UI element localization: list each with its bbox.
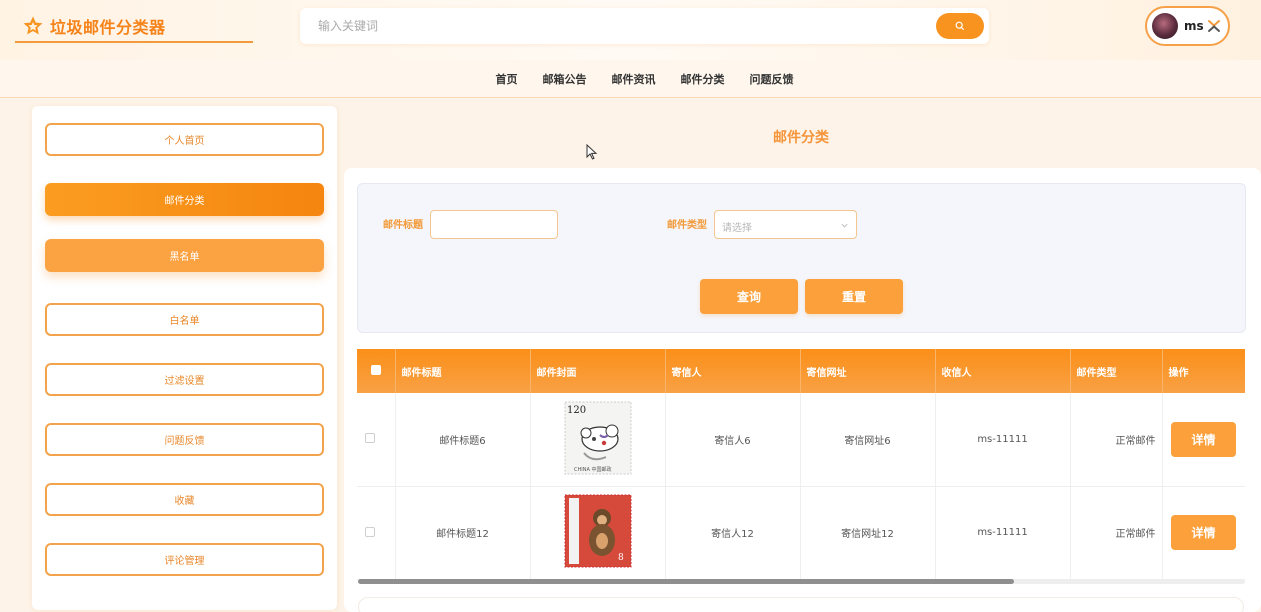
header-title[interactable]: 邮件标题 xyxy=(395,349,531,393)
select-all-cell xyxy=(357,349,396,393)
mail-table: 邮件标题 邮件封面 寄信人 寄信网址 收信人 邮件类型 操作 邮件标题6 120 xyxy=(357,349,1245,581)
horizontal-scrollbar[interactable] xyxy=(358,579,1014,584)
cell-action: 详情 xyxy=(1162,486,1245,580)
stamp-value: 8 xyxy=(618,553,624,563)
row-checkbox[interactable] xyxy=(365,526,375,537)
stamp-value: 120 xyxy=(567,405,586,416)
main-nav: 首页 邮箱公告 邮件资讯 邮件分类 问题反馈 xyxy=(0,60,1261,98)
mouse-cursor-icon xyxy=(586,144,598,160)
sidebar-item-classification[interactable]: 邮件分类 xyxy=(45,183,324,216)
type-filter-select[interactable]: 请选择 xyxy=(714,210,857,239)
nav-feedback[interactable]: 问题反馈 xyxy=(750,71,794,87)
cell-title: 邮件标题6 xyxy=(395,393,531,487)
table-row: 邮件标题12 8 寄信人12 寄信网址12 ms-11111 正常邮件 详情 xyxy=(357,486,1245,580)
title-filter-input[interactable] xyxy=(430,210,558,239)
stamp-monkey-icon: 8 xyxy=(564,494,631,568)
user-menu[interactable]: ms xyxy=(1145,6,1230,46)
header-sender[interactable]: 寄信人 xyxy=(665,349,801,393)
header-cover[interactable]: 邮件封面 xyxy=(530,349,666,393)
search-button[interactable] xyxy=(936,13,984,39)
nav-home[interactable]: 首页 xyxy=(496,71,518,87)
type-select-placeholder: 请选择 xyxy=(722,223,752,234)
page-title: 邮件分类 xyxy=(773,130,829,146)
nav-classification[interactable]: 邮件分类 xyxy=(681,71,725,87)
stamp-caption: CHINA 中国邮政 xyxy=(574,466,611,473)
cell-type: 正常邮件 xyxy=(1070,393,1163,487)
cell-type: 正常邮件 xyxy=(1070,486,1163,580)
nav-news[interactable]: 邮件资讯 xyxy=(612,71,656,87)
query-button[interactable]: 查询 xyxy=(700,279,798,314)
sidebar-item-blacklist[interactable]: 黑名单 xyxy=(45,239,324,272)
cell-sender: 寄信人12 xyxy=(665,486,801,580)
logo-underline xyxy=(15,41,253,43)
cell-title: 邮件标题12 xyxy=(395,486,531,580)
cell-cover: 8 xyxy=(530,486,666,580)
app-title: 垃圾邮件分类器 xyxy=(50,18,166,37)
sidebar-item-favorites[interactable]: 收藏 xyxy=(45,483,324,516)
sidebar-item-comments[interactable]: 评论管理 xyxy=(45,543,324,576)
row-checkbox[interactable] xyxy=(365,433,375,443)
sidebar-item-whitelist[interactable]: 白名单 xyxy=(45,303,324,336)
pagination-card xyxy=(358,597,1244,612)
sidebar: 个人首页 邮件分类 黑名单 白名单 过滤设置 问题反馈 收藏 评论管理 xyxy=(32,106,337,610)
table-header-row: 邮件标题 邮件封面 寄信人 寄信网址 收信人 邮件类型 操作 xyxy=(357,349,1245,393)
cell-cover: 120 CHINA 中国邮政 xyxy=(530,393,666,487)
chevron-down-icon xyxy=(841,223,848,228)
row-select-cell xyxy=(357,486,396,580)
sidebar-item-profile[interactable]: 个人首页 xyxy=(45,123,324,156)
header-action: 操作 xyxy=(1162,349,1245,393)
header-type[interactable]: 邮件类型 xyxy=(1070,349,1163,393)
detail-button[interactable]: 详情 xyxy=(1171,515,1236,550)
logout-icon[interactable] xyxy=(1207,19,1221,33)
nav-announcements[interactable]: 邮箱公告 xyxy=(543,71,587,87)
app-logo[interactable]: 垃圾邮件分类器 xyxy=(22,12,166,40)
cell-action: 详情 xyxy=(1162,393,1245,487)
cell-sender-url: 寄信网址6 xyxy=(800,393,936,487)
header-recipient[interactable]: 收信人 xyxy=(935,349,1071,393)
reset-button[interactable]: 重置 xyxy=(805,279,903,314)
search-input[interactable] xyxy=(308,13,908,39)
cell-recipient: ms-11111 xyxy=(935,393,1071,487)
user-name: ms xyxy=(1184,19,1204,33)
title-filter-label: 邮件标题 xyxy=(383,220,423,231)
type-filter-label: 邮件类型 xyxy=(667,220,707,231)
cell-sender-url: 寄信网址12 xyxy=(800,486,936,580)
detail-button[interactable]: 详情 xyxy=(1171,421,1236,457)
table-row: 邮件标题6 120 CHINA 中国邮政 寄信人6 寄信网址6 ms-11111… xyxy=(357,393,1245,487)
cell-sender: 寄信人6 xyxy=(665,393,801,487)
top-header: 垃圾邮件分类器 ms xyxy=(0,0,1261,60)
search-icon xyxy=(955,21,965,31)
sidebar-item-filter-settings[interactable]: 过滤设置 xyxy=(45,363,324,396)
filter-panel xyxy=(357,183,1246,333)
search-bar xyxy=(300,8,989,44)
star-icon xyxy=(23,16,43,35)
row-select-cell xyxy=(357,393,396,487)
select-all-checkbox[interactable] xyxy=(370,364,381,375)
cell-recipient: ms-11111 xyxy=(935,486,1071,580)
sidebar-item-feedback[interactable]: 问题反馈 xyxy=(45,423,324,456)
header-sender-url[interactable]: 寄信网址 xyxy=(800,349,936,393)
avatar xyxy=(1152,13,1178,39)
stamp-rat-icon: 120 CHINA 中国邮政 xyxy=(564,401,631,475)
